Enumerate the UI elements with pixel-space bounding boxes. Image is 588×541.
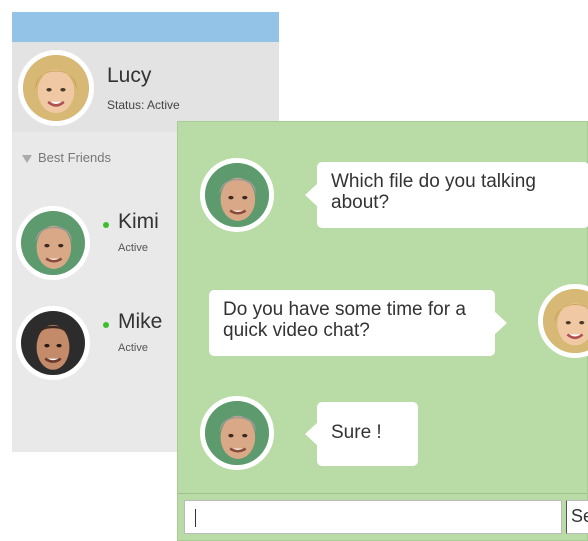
kimi-avatar: [200, 396, 274, 470]
friend-name: Kimi: [118, 210, 159, 233]
message-input-bar: Se: [178, 493, 588, 540]
message-bubble: Do you have some time for a quick video …: [209, 290, 507, 356]
message-bubble: Sure !: [305, 402, 418, 466]
friend-name: Mike: [118, 310, 163, 333]
collapse-triangle-icon: [22, 154, 32, 163]
text-caret: [195, 509, 196, 527]
chat-window: Which file do you talking about? Do you …: [177, 121, 588, 541]
user-name: Lucy: [107, 64, 152, 87]
group-label: Best Friends: [38, 150, 111, 165]
online-indicator: [103, 222, 109, 228]
lucy-avatar: [538, 284, 588, 358]
user-profile: Lucy Status: Active: [12, 42, 279, 132]
mike-avatar: [16, 306, 90, 380]
friend-status: Active: [118, 242, 148, 254]
contacts-title-bar: [12, 12, 279, 42]
friend-status: Active: [118, 342, 148, 354]
message-input[interactable]: [184, 500, 562, 534]
user-avatar[interactable]: [18, 50, 94, 126]
send-button[interactable]: Se: [566, 500, 588, 534]
online-indicator: [103, 322, 109, 328]
kimi-avatar: [200, 158, 274, 232]
message-bubble: Which file do you talking about?: [305, 162, 588, 228]
user-status: Status: Active: [107, 98, 180, 112]
group-best-friends[interactable]: Best Friends: [12, 150, 111, 165]
kimi-avatar: [16, 206, 90, 280]
